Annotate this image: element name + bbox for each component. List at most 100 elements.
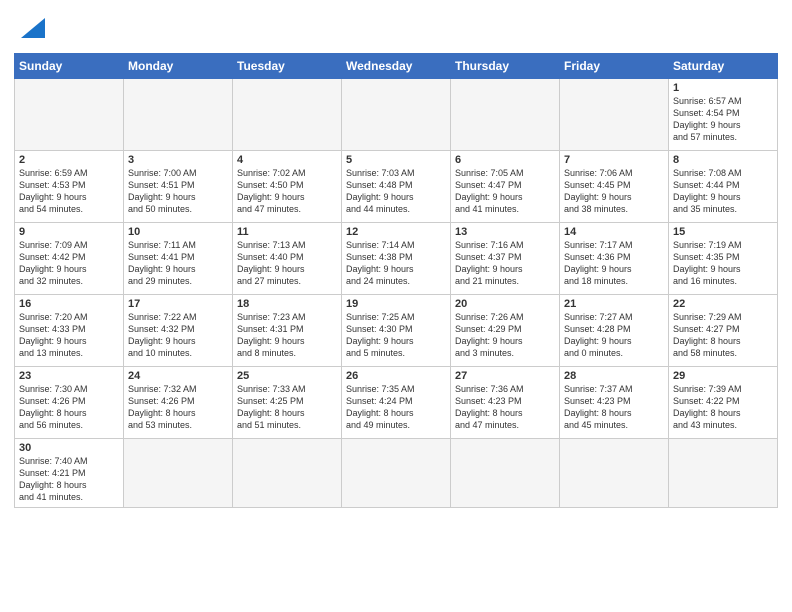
day-number: 27 xyxy=(455,370,555,382)
calendar-cell: 10Sunrise: 7:11 AM Sunset: 4:41 PM Dayli… xyxy=(124,223,233,295)
day-info: Sunrise: 7:16 AM Sunset: 4:37 PM Dayligh… xyxy=(455,239,555,288)
header xyxy=(14,10,778,47)
day-info: Sunrise: 7:17 AM Sunset: 4:36 PM Dayligh… xyxy=(564,239,664,288)
calendar-cell: 11Sunrise: 7:13 AM Sunset: 4:40 PM Dayli… xyxy=(233,223,342,295)
day-info: Sunrise: 7:19 AM Sunset: 4:35 PM Dayligh… xyxy=(673,239,773,288)
day-info: Sunrise: 6:57 AM Sunset: 4:54 PM Dayligh… xyxy=(673,95,773,144)
day-info: Sunrise: 7:11 AM Sunset: 4:41 PM Dayligh… xyxy=(128,239,228,288)
day-info: Sunrise: 7:25 AM Sunset: 4:30 PM Dayligh… xyxy=(346,311,446,360)
day-number: 14 xyxy=(564,226,664,238)
day-number: 7 xyxy=(564,154,664,166)
day-number: 25 xyxy=(237,370,337,382)
calendar-cell: 3Sunrise: 7:00 AM Sunset: 4:51 PM Daylig… xyxy=(124,151,233,223)
day-info: Sunrise: 7:35 AM Sunset: 4:24 PM Dayligh… xyxy=(346,383,446,432)
day-number: 24 xyxy=(128,370,228,382)
day-info: Sunrise: 7:08 AM Sunset: 4:44 PM Dayligh… xyxy=(673,167,773,216)
calendar-cell xyxy=(124,439,233,508)
logo xyxy=(14,14,45,47)
calendar-cell: 21Sunrise: 7:27 AM Sunset: 4:28 PM Dayli… xyxy=(560,295,669,367)
calendar-cell xyxy=(15,79,124,151)
calendar-cell: 2Sunrise: 6:59 AM Sunset: 4:53 PM Daylig… xyxy=(15,151,124,223)
calendar-cell: 14Sunrise: 7:17 AM Sunset: 4:36 PM Dayli… xyxy=(560,223,669,295)
day-number: 22 xyxy=(673,298,773,310)
week-row-2: 2Sunrise: 6:59 AM Sunset: 4:53 PM Daylig… xyxy=(15,151,778,223)
day-info: Sunrise: 6:59 AM Sunset: 4:53 PM Dayligh… xyxy=(19,167,119,216)
day-number: 29 xyxy=(673,370,773,382)
week-row-1: 1Sunrise: 6:57 AM Sunset: 4:54 PM Daylig… xyxy=(15,79,778,151)
day-info: Sunrise: 7:02 AM Sunset: 4:50 PM Dayligh… xyxy=(237,167,337,216)
calendar-cell xyxy=(451,439,560,508)
calendar-cell: 18Sunrise: 7:23 AM Sunset: 4:31 PM Dayli… xyxy=(233,295,342,367)
day-info: Sunrise: 7:20 AM Sunset: 4:33 PM Dayligh… xyxy=(19,311,119,360)
day-number: 3 xyxy=(128,154,228,166)
calendar-cell: 7Sunrise: 7:06 AM Sunset: 4:45 PM Daylig… xyxy=(560,151,669,223)
day-info: Sunrise: 7:14 AM Sunset: 4:38 PM Dayligh… xyxy=(346,239,446,288)
week-row-5: 23Sunrise: 7:30 AM Sunset: 4:26 PM Dayli… xyxy=(15,367,778,439)
day-number: 12 xyxy=(346,226,446,238)
calendar: SundayMondayTuesdayWednesdayThursdayFrid… xyxy=(14,53,778,508)
day-number: 11 xyxy=(237,226,337,238)
calendar-cell: 28Sunrise: 7:37 AM Sunset: 4:23 PM Dayli… xyxy=(560,367,669,439)
day-info: Sunrise: 7:37 AM Sunset: 4:23 PM Dayligh… xyxy=(564,383,664,432)
weekday-header-row: SundayMondayTuesdayWednesdayThursdayFrid… xyxy=(15,54,778,79)
day-number: 8 xyxy=(673,154,773,166)
calendar-cell: 16Sunrise: 7:20 AM Sunset: 4:33 PM Dayli… xyxy=(15,295,124,367)
calendar-cell xyxy=(342,79,451,151)
day-info: Sunrise: 7:30 AM Sunset: 4:26 PM Dayligh… xyxy=(19,383,119,432)
logo-icon xyxy=(17,14,45,42)
day-number: 15 xyxy=(673,226,773,238)
calendar-cell: 9Sunrise: 7:09 AM Sunset: 4:42 PM Daylig… xyxy=(15,223,124,295)
day-info: Sunrise: 7:00 AM Sunset: 4:51 PM Dayligh… xyxy=(128,167,228,216)
day-info: Sunrise: 7:09 AM Sunset: 4:42 PM Dayligh… xyxy=(19,239,119,288)
day-number: 18 xyxy=(237,298,337,310)
day-info: Sunrise: 7:23 AM Sunset: 4:31 PM Dayligh… xyxy=(237,311,337,360)
day-number: 30 xyxy=(19,442,119,454)
calendar-cell: 19Sunrise: 7:25 AM Sunset: 4:30 PM Dayli… xyxy=(342,295,451,367)
day-number: 4 xyxy=(237,154,337,166)
weekday-sunday: Sunday xyxy=(15,54,124,79)
calendar-cell: 6Sunrise: 7:05 AM Sunset: 4:47 PM Daylig… xyxy=(451,151,560,223)
calendar-cell: 5Sunrise: 7:03 AM Sunset: 4:48 PM Daylig… xyxy=(342,151,451,223)
calendar-cell: 15Sunrise: 7:19 AM Sunset: 4:35 PM Dayli… xyxy=(669,223,778,295)
calendar-cell xyxy=(233,439,342,508)
calendar-cell: 20Sunrise: 7:26 AM Sunset: 4:29 PM Dayli… xyxy=(451,295,560,367)
day-number: 1 xyxy=(673,82,773,94)
week-row-6: 30Sunrise: 7:40 AM Sunset: 4:21 PM Dayli… xyxy=(15,439,778,508)
day-info: Sunrise: 7:22 AM Sunset: 4:32 PM Dayligh… xyxy=(128,311,228,360)
day-number: 16 xyxy=(19,298,119,310)
calendar-cell: 4Sunrise: 7:02 AM Sunset: 4:50 PM Daylig… xyxy=(233,151,342,223)
calendar-cell xyxy=(560,79,669,151)
day-number: 20 xyxy=(455,298,555,310)
calendar-cell: 24Sunrise: 7:32 AM Sunset: 4:26 PM Dayli… xyxy=(124,367,233,439)
calendar-cell: 27Sunrise: 7:36 AM Sunset: 4:23 PM Dayli… xyxy=(451,367,560,439)
day-number: 13 xyxy=(455,226,555,238)
calendar-cell xyxy=(233,79,342,151)
calendar-cell: 1Sunrise: 6:57 AM Sunset: 4:54 PM Daylig… xyxy=(669,79,778,151)
calendar-cell: 17Sunrise: 7:22 AM Sunset: 4:32 PM Dayli… xyxy=(124,295,233,367)
calendar-cell xyxy=(451,79,560,151)
weekday-tuesday: Tuesday xyxy=(233,54,342,79)
day-info: Sunrise: 7:27 AM Sunset: 4:28 PM Dayligh… xyxy=(564,311,664,360)
week-row-3: 9Sunrise: 7:09 AM Sunset: 4:42 PM Daylig… xyxy=(15,223,778,295)
calendar-cell: 30Sunrise: 7:40 AM Sunset: 4:21 PM Dayli… xyxy=(15,439,124,508)
calendar-cell: 12Sunrise: 7:14 AM Sunset: 4:38 PM Dayli… xyxy=(342,223,451,295)
calendar-cell: 13Sunrise: 7:16 AM Sunset: 4:37 PM Dayli… xyxy=(451,223,560,295)
weekday-thursday: Thursday xyxy=(451,54,560,79)
calendar-cell xyxy=(342,439,451,508)
day-number: 28 xyxy=(564,370,664,382)
page: SundayMondayTuesdayWednesdayThursdayFrid… xyxy=(0,0,792,612)
day-info: Sunrise: 7:40 AM Sunset: 4:21 PM Dayligh… xyxy=(19,455,119,504)
calendar-body: 1Sunrise: 6:57 AM Sunset: 4:54 PM Daylig… xyxy=(15,79,778,508)
day-info: Sunrise: 7:03 AM Sunset: 4:48 PM Dayligh… xyxy=(346,167,446,216)
calendar-cell xyxy=(124,79,233,151)
day-number: 17 xyxy=(128,298,228,310)
day-info: Sunrise: 7:06 AM Sunset: 4:45 PM Dayligh… xyxy=(564,167,664,216)
weekday-saturday: Saturday xyxy=(669,54,778,79)
day-info: Sunrise: 7:13 AM Sunset: 4:40 PM Dayligh… xyxy=(237,239,337,288)
day-number: 21 xyxy=(564,298,664,310)
day-number: 6 xyxy=(455,154,555,166)
calendar-cell: 29Sunrise: 7:39 AM Sunset: 4:22 PM Dayli… xyxy=(669,367,778,439)
day-number: 9 xyxy=(19,226,119,238)
calendar-cell: 26Sunrise: 7:35 AM Sunset: 4:24 PM Dayli… xyxy=(342,367,451,439)
logo-text xyxy=(14,14,45,47)
